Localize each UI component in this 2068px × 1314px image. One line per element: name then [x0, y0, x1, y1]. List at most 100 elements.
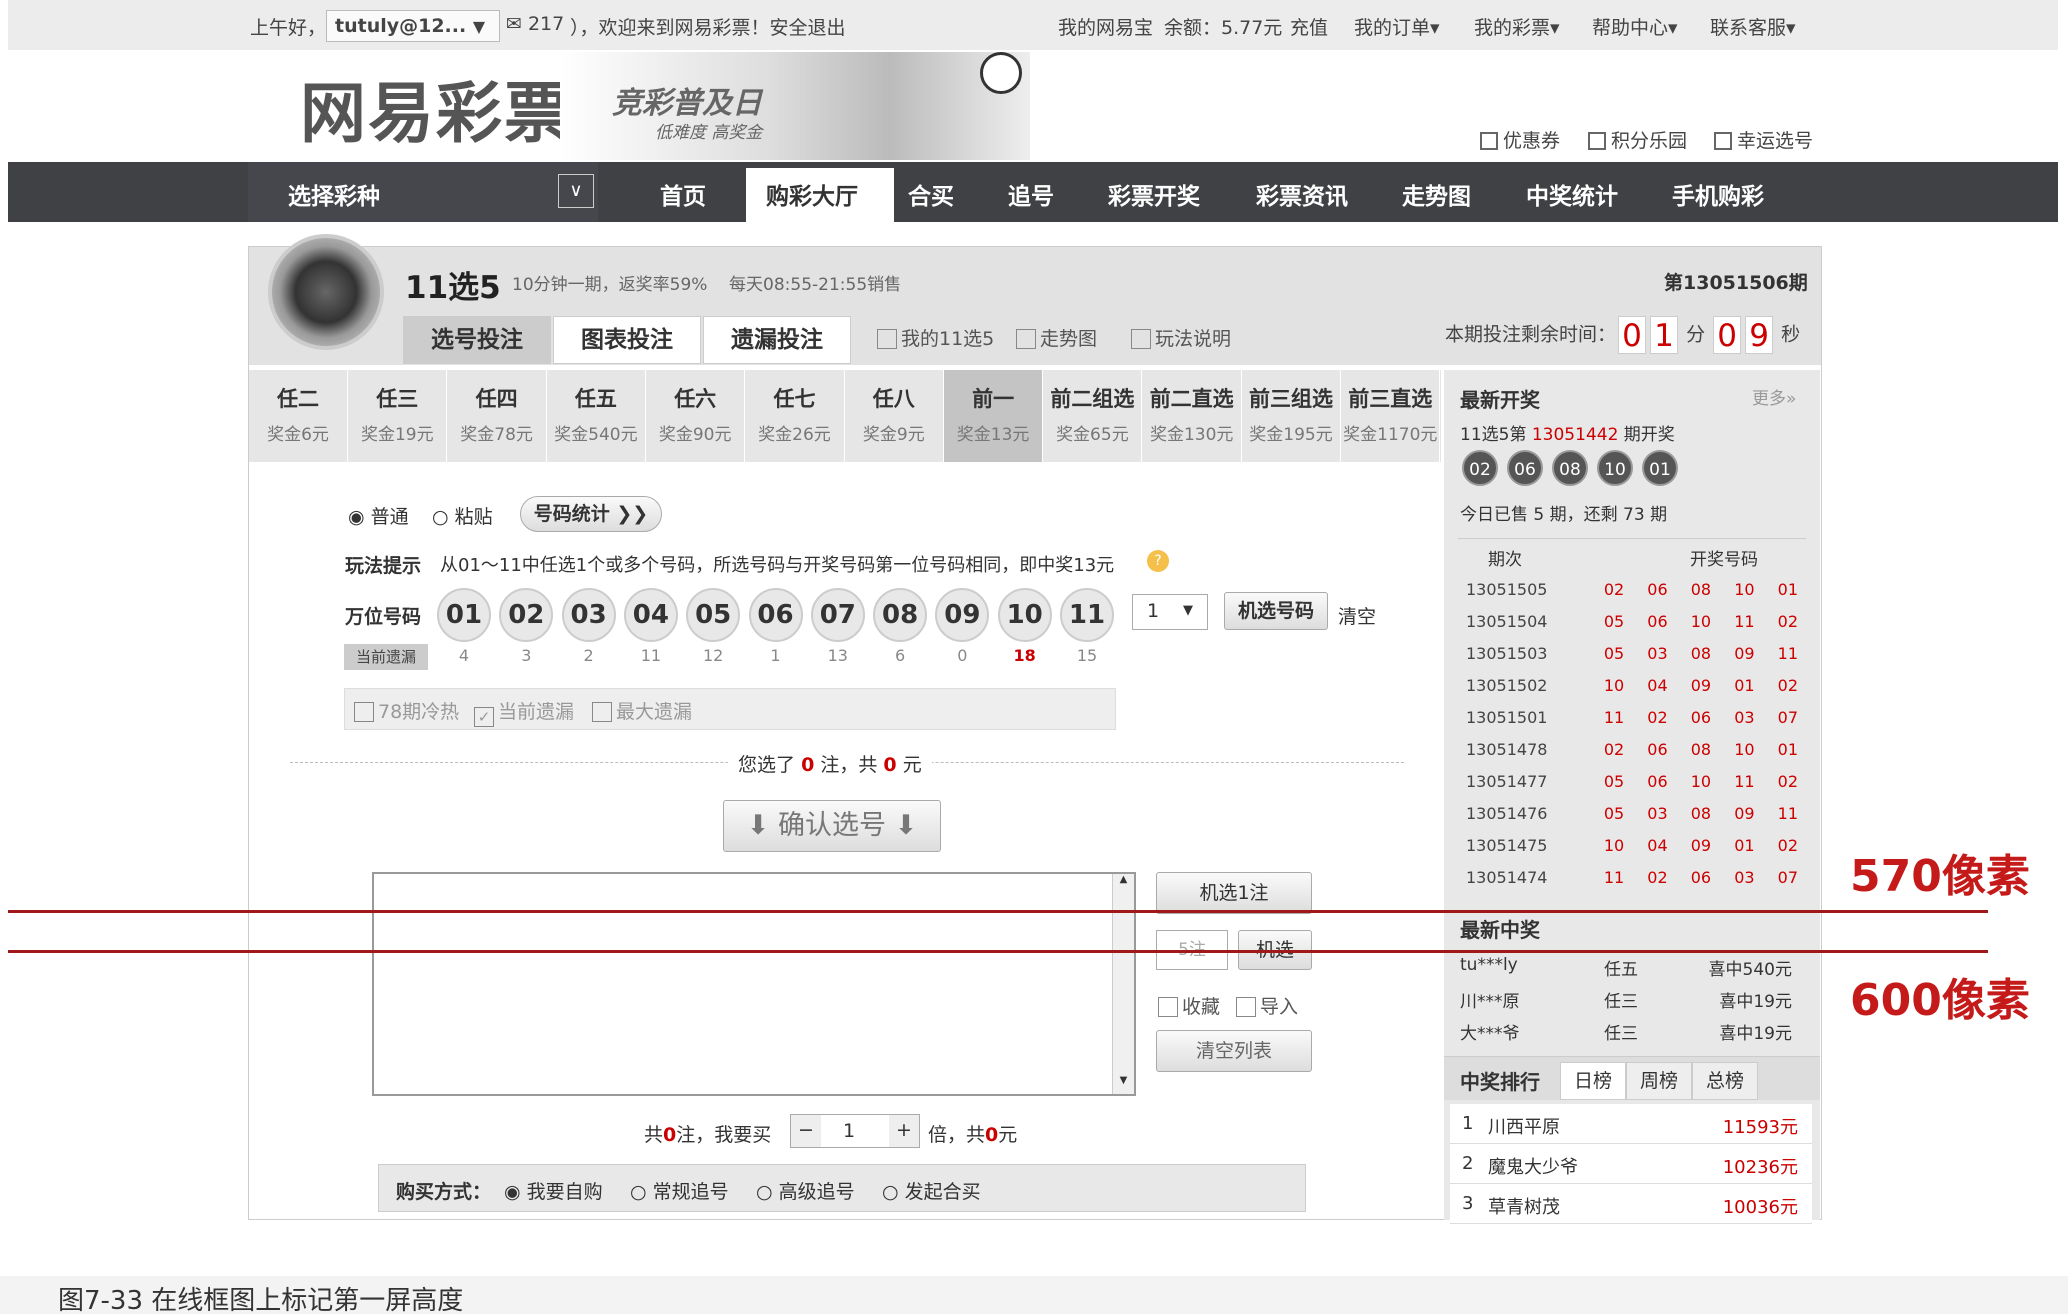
- user-dropdown[interactable]: tutuly@12... ▼: [326, 10, 500, 42]
- tab-miss[interactable]: 遗漏投注: [703, 316, 851, 364]
- nav-hall[interactable]: 购彩大厅: [746, 168, 894, 222]
- play-type-tab[interactable]: 任六 奖金90元: [646, 370, 746, 462]
- play-type-tab[interactable]: 前二组选 奖金65元: [1043, 370, 1143, 462]
- wallet-link[interactable]: 我的网易宝: [1058, 13, 1153, 40]
- multiplier-stepper[interactable]: − 1 +: [790, 1114, 920, 1148]
- number-ball[interactable]: 10: [997, 588, 1052, 642]
- more-link[interactable]: 更多»: [1752, 384, 1796, 409]
- number-ball[interactable]: 06: [748, 588, 803, 642]
- contact-menu[interactable]: 联系客服▾: [1710, 13, 1796, 40]
- recharge-link[interactable]: 充值: [1290, 13, 1328, 40]
- orders-menu[interactable]: 我的订单▾: [1354, 13, 1440, 40]
- nav-group-buy[interactable]: 合买: [908, 177, 954, 211]
- help-icon[interactable]: ?: [1147, 550, 1169, 572]
- ranking-title: 中奖排行: [1460, 1070, 1540, 1094]
- play-type-tab[interactable]: 任五 奖金540元: [547, 370, 646, 462]
- coupon-link[interactable]: 优惠券: [1480, 126, 1560, 153]
- history-row: 13051502 10 04 09 01 02: [1466, 676, 1798, 695]
- nav-home[interactable]: 首页: [660, 177, 706, 211]
- my-11x5-link[interactable]: 我的11选5: [877, 324, 994, 351]
- buy-group-radio[interactable]: ○ 发起合买: [882, 1177, 981, 1204]
- mode-paste-radio[interactable]: ○ 粘贴: [432, 502, 493, 529]
- confirm-button[interactable]: ⬇ 确认选号 ⬇: [723, 800, 941, 852]
- buy-chase-radio[interactable]: ○ 常规追号: [630, 1177, 729, 1204]
- balance-text: 余额：5.77元: [1164, 17, 1283, 39]
- miss-value: 18: [1013, 646, 1036, 665]
- site-logo[interactable]: 网易彩票: [300, 60, 572, 156]
- plus-button[interactable]: +: [889, 1115, 919, 1147]
- play-type-tab[interactable]: 前三组选 奖金195元: [1242, 370, 1341, 462]
- play-type-tab[interactable]: 前二直选 奖金130元: [1143, 370, 1242, 462]
- nav-stats[interactable]: 中奖统计: [1526, 177, 1618, 211]
- favorite-icon: [1158, 997, 1178, 1017]
- buy-mode-label: 购买方式：: [396, 1181, 492, 1203]
- promo-banner[interactable]: 竞彩普及日 低难度 高奖金: [560, 52, 1030, 160]
- checkbox-icon: [1016, 329, 1036, 349]
- buy-self-radio[interactable]: ◉ 我要自购: [504, 1177, 603, 1204]
- chevron-down-icon[interactable]: ∨: [558, 174, 594, 208]
- figure-caption: 图7-33 在线框图上标记第一屏高度: [0, 1276, 2068, 1314]
- tab-chart[interactable]: 图表投注: [553, 316, 701, 364]
- points-link[interactable]: 积分乐园: [1588, 126, 1687, 153]
- miss-value: 0: [957, 646, 968, 665]
- number-ball[interactable]: 03: [561, 588, 616, 642]
- buy-advanced-radio[interactable]: ○ 高级追号: [756, 1177, 855, 1204]
- play-type-tab[interactable]: 任四 奖金78元: [448, 370, 547, 462]
- period-number: 第13051506期: [1664, 272, 1808, 294]
- ticket-list[interactable]: [372, 872, 1136, 1096]
- tab-pick[interactable]: 选号投注: [403, 316, 551, 364]
- lucky-icon: [1714, 132, 1732, 150]
- number-stats-button[interactable]: 号码统计 ❯❯: [520, 496, 662, 532]
- number-ball[interactable]: 05: [686, 588, 741, 642]
- opt-current-miss[interactable]: ✓ 当前遗漏: [474, 697, 574, 727]
- count-select[interactable]: 1 ▼: [1132, 594, 1208, 630]
- tab-daily[interactable]: 日榜: [1560, 1062, 1626, 1100]
- multiplier-total: 倍，共0元: [928, 1124, 1018, 1146]
- opt-hotcold[interactable]: 78期冷热: [354, 697, 459, 724]
- number-ball[interactable]: 01: [437, 588, 491, 642]
- selection-summary: 您选了 0 注，共 0 元: [728, 750, 932, 777]
- play-type-tab[interactable]: 任二 奖金6元: [249, 370, 348, 462]
- number-ball[interactable]: 07: [810, 588, 865, 642]
- play-type-tab[interactable]: 任七 奖金26元: [746, 370, 845, 462]
- play-type-tab[interactable]: 任三 奖金19元: [348, 370, 448, 462]
- play-type-tab[interactable]: 前三直选 奖金1170元: [1341, 370, 1441, 462]
- random-one-button[interactable]: 机选1注: [1156, 872, 1312, 914]
- rules-link[interactable]: 玩法说明: [1131, 324, 1231, 351]
- number-ball[interactable]: 02: [499, 588, 554, 642]
- sold-info: 今日已售 5 期，还剩 73 期: [1460, 505, 1668, 525]
- scrollbar[interactable]: ▲ ▼: [1112, 874, 1134, 1094]
- clear-link[interactable]: 清空: [1338, 602, 1376, 629]
- welcome-text[interactable]: ），欢迎来到网易彩票！安全退出: [570, 13, 846, 40]
- nav-news[interactable]: 彩票资讯: [1256, 177, 1348, 211]
- play-type-tab[interactable]: 前一 奖金13元: [944, 370, 1044, 462]
- number-ball[interactable]: 11: [1060, 588, 1114, 642]
- miss-value: 1: [770, 646, 781, 665]
- favorite-link[interactable]: 收藏: [1158, 992, 1220, 1019]
- ranking-row: 2 魔鬼大少爷 10236元: [1450, 1144, 1812, 1184]
- tab-total[interactable]: 总榜: [1692, 1062, 1758, 1100]
- random-number-button[interactable]: 机选号码: [1224, 592, 1328, 630]
- winners-title: 最新中奖: [1460, 918, 1540, 942]
- number-ball[interactable]: 04: [623, 588, 678, 642]
- import-link[interactable]: 导入: [1236, 992, 1298, 1019]
- fold-line-570: [8, 910, 1988, 913]
- tab-weekly[interactable]: 周榜: [1626, 1062, 1692, 1100]
- nav-chase[interactable]: 追号: [1008, 177, 1054, 211]
- nav-draw[interactable]: 彩票开奖: [1108, 177, 1200, 211]
- lucky-link[interactable]: 幸运选号: [1714, 126, 1813, 153]
- nav-trend[interactable]: 走势图: [1402, 177, 1471, 211]
- number-ball[interactable]: 08: [873, 588, 928, 642]
- nav-mobile[interactable]: 手机购彩: [1672, 177, 1764, 211]
- number-ball[interactable]: 09: [935, 588, 990, 642]
- trend-link[interactable]: 走势图: [1016, 324, 1097, 351]
- mail-link[interactable]: ✉ 217: [506, 13, 564, 35]
- clear-list-button[interactable]: 清空列表: [1156, 1030, 1312, 1072]
- lottery-subtitle: 10分钟一期，返奖率59% 每天08:55-21:55销售: [512, 275, 902, 295]
- mode-normal-radio[interactable]: ◉ 普通: [348, 502, 409, 529]
- minus-button[interactable]: −: [791, 1115, 821, 1147]
- opt-max-miss[interactable]: 最大遗漏: [592, 697, 692, 724]
- mylottery-menu[interactable]: 我的彩票▾: [1474, 13, 1560, 40]
- help-menu[interactable]: 帮助中心▾: [1592, 13, 1678, 40]
- play-type-tab[interactable]: 任八 奖金9元: [845, 370, 944, 462]
